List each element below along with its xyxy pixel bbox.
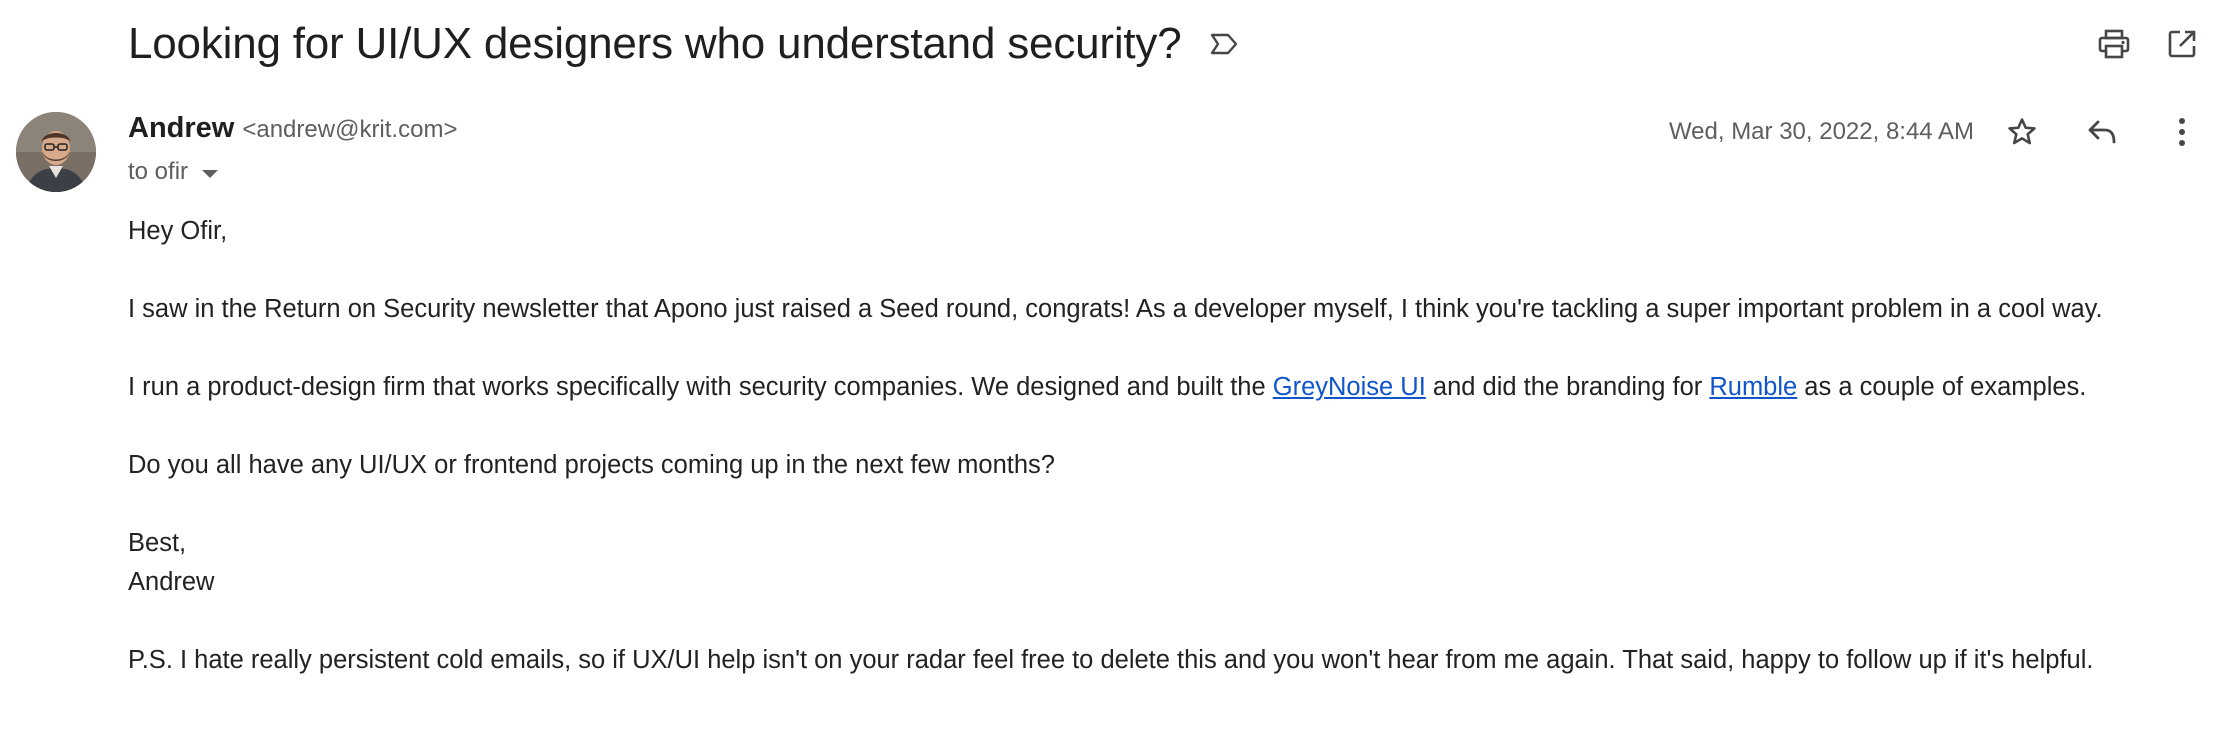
message-meta: Wed, Mar 30, 2022, 8:44 AM [1669,108,2206,156]
star-outline-icon[interactable] [1998,108,2046,156]
paragraph-2-text-c: as a couple of examples. [1797,373,2087,401]
recipient-details-toggle[interactable]: to ofir [128,154,457,190]
top-actions [2090,20,2206,68]
rumble-link[interactable]: Rumble [1709,373,1797,401]
sender-line: Andrew <andrew@krit.com> [128,112,457,152]
more-vertical-icon[interactable] [2158,108,2206,156]
paragraph-2: I run a product-design firm that works s… [128,368,2208,407]
signature: Andrew [128,568,215,596]
caret-down-icon[interactable] [202,170,219,178]
greeting: Hey Ofir, [128,217,228,245]
greynoise-ui-link[interactable]: GreyNoise UI [1273,373,1426,401]
sender-name[interactable]: Andrew [128,112,234,145]
postscript: P.S. I hate really persistent cold email… [128,646,2094,674]
avatar[interactable] [16,112,96,192]
open-in-new-window-icon[interactable] [2158,20,2206,68]
label-outline-icon[interactable] [1206,26,1242,62]
message-body: Hey Ofir, I saw in the Return on Securit… [128,212,2208,719]
paragraph-1: I saw in the Return on Security newslett… [128,295,2103,323]
sender-email: <andrew@krit.com> [242,116,458,143]
email-subject: Looking for UI/UX designers who understa… [128,19,1182,68]
reply-icon[interactable] [2078,108,2126,156]
message-date: Wed, Mar 30, 2022, 8:44 AM [1668,118,1974,145]
paragraph-2-text-b: and did the branding for [1425,373,1710,401]
signoff: Best, [128,529,187,557]
recipient-label: to ofir [128,158,189,185]
subject-row: Looking for UI/UX designers who understa… [128,12,1242,76]
sender-block: Andrew <andrew@krit.com> to ofir [128,112,457,190]
paragraph-2-text-a: I run a product-design firm that works s… [128,373,1273,401]
paragraph-3: Do you all have any UI/UX or frontend pr… [128,451,1055,479]
print-icon[interactable] [2090,20,2138,68]
